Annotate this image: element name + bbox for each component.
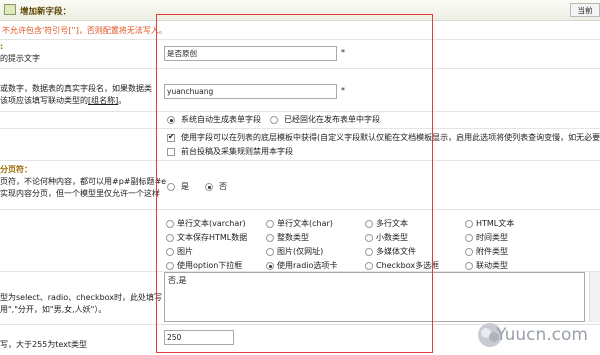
paging-label-2: 实现内容分页，但一个模型里仅允许一个这样 [0, 189, 160, 198]
paging-label-1: 页符，不论何种内容，都可以用#p#副标题#e [0, 177, 167, 186]
label-cell: : 的提示文字 [0, 40, 155, 68]
textarea-scrollbar[interactable] [589, 272, 600, 322]
watermark-text: Yuucn.com [496, 325, 588, 345]
label-cell: 分页符： 页符，不论何种内容，都可以用#p#副标题#e 实现内容分页，但一个模型… [0, 161, 166, 209]
field-name-label-text: 该项应该填写联动类型的 [0, 96, 88, 105]
type-option-addon: 附件类型 [476, 247, 508, 256]
field-name-label-end: 。 [118, 96, 127, 105]
field-name-label-2: 该项应该填写联动类型的[组名称]。 [0, 95, 126, 107]
folder-icon [4, 4, 16, 15]
label-cell: 写，大于255为text类型 [0, 325, 155, 355]
field-title-label: 的提示文字 [0, 54, 40, 63]
type-option-linkage: 联动类型 [476, 261, 508, 270]
max-length-label: 写，大于255为text类型 [0, 340, 88, 349]
field-name-label-1: 或数字，数据表的真实字段名，如果数据类 [0, 84, 152, 93]
group-name-link[interactable]: [组名称] [88, 96, 118, 105]
type-radio-datetime[interactable] [465, 234, 473, 242]
type-radio-html[interactable] [465, 220, 473, 228]
section-title: 增加新字段： [20, 7, 72, 17]
row-marker: : [0, 42, 4, 51]
type-radio-linkage[interactable] [465, 262, 473, 270]
highlight-rectangle [156, 14, 433, 353]
default-value-label-1: 型为select、radio、checkbox时，此处填写 [0, 293, 163, 302]
type-option-datetime: 时间类型 [476, 233, 508, 242]
warning-text: 不允许包含'符引号['']，否则配置将无法写入。 [2, 26, 167, 35]
type-option-html: HTML文本 [476, 219, 515, 228]
label-cell: 或数字，数据表的真实字段名，如果数据类 该项应该填写联动类型的[组名称]。 [0, 69, 155, 111]
type-radio-addon[interactable] [465, 248, 473, 256]
default-value-label-2: 用","分开，如"男,女,人妖"）。 [0, 305, 107, 314]
paging-heading: 分页符： [0, 165, 32, 174]
return-button[interactable]: 当前 [570, 3, 600, 17]
label-cell: 型为select、radio、checkbox时，此处填写 用","分开，如"男… [0, 272, 162, 324]
